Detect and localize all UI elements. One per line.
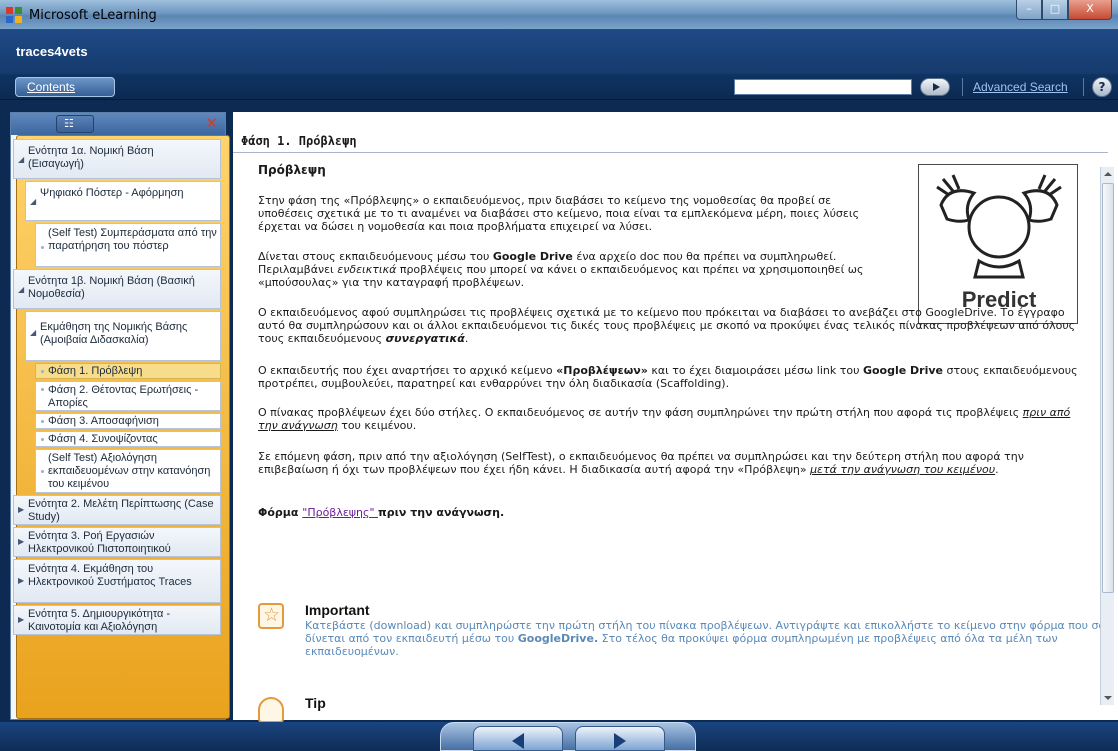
expanded-arrow-icon: ◢ [18, 285, 25, 294]
content-scrollbar[interactable] [1100, 167, 1114, 705]
page-title: Φάση 1. Πρόβλεψη [241, 134, 357, 148]
section-subtitle: Πρόβλεψη [258, 163, 326, 177]
prediction-form-link[interactable]: "Πρόβλεψης" [302, 506, 378, 519]
sidebar-item-fasi-2[interactable]: Φάση 2. Θέτοντας Ερωτήσεις - Απορίες [35, 381, 221, 411]
sidebar-item-enotita-2[interactable]: ▶ Ενότητα 2. Μελέτη Περίπτωσης (Case Stu… [13, 495, 221, 525]
arrow-left-icon [512, 733, 524, 749]
text: του κειμένου. [337, 419, 417, 432]
sidebar-item-ekmathisi[interactable]: ◢ Εκμάθηση της Νομικής Βάσης (Αμοιβαία Δ… [25, 311, 221, 361]
important-body: Κατεβάστε (download) και συμπληρώστε την… [305, 619, 1118, 658]
paragraph: Ο πίνακας προβλέψεων έχει δύο στήλες. Ο … [258, 406, 1078, 432]
paragraph: Δίνεται στους εκπαιδευόμενους μέσω του G… [258, 250, 883, 289]
sidebar-item-poster[interactable]: ◢ Ψηφιακό Πόστερ - Αφόρμηση [25, 181, 221, 221]
main-content: Φάση 1. Πρόβλεψη Πρόβλεψη Predict Στην φ… [233, 112, 1118, 723]
paragraph: Ο εκπαιδευτής που έχει αναρτήσει το αρχι… [258, 364, 1078, 390]
app-icon [6, 7, 22, 23]
text: . [995, 463, 999, 476]
minimize-button[interactable]: – [1016, 0, 1042, 20]
tip-title: Tip [305, 695, 326, 711]
predict-caption: Predict [961, 287, 1037, 312]
text: Google Drive [492, 250, 573, 263]
bullet-icon [41, 420, 44, 423]
sidebar-item-fasi-1[interactable]: Φάση 1. Πρόβλεψη [35, 363, 221, 379]
sidebar-item-enotita-3[interactable]: ▶ Ενότητα 3. Ροή Εργασιών Ηλεκτρονικού Π… [13, 527, 221, 557]
sidebar-item-enotita-5[interactable]: ▶ Ενότητα 5. Δημιουργικότητα - Καινοτομί… [13, 605, 221, 635]
separator [1083, 78, 1084, 96]
tip-icon [258, 697, 284, 723]
star-icon: ☆ [258, 603, 284, 629]
text: Ο πίνακας προβλέψεων έχει δύο στήλες. Ο … [258, 406, 1023, 419]
sidebar-item-self-test-katanoisi[interactable]: (Self Test) Αξιολόγηση εκπαιδευομένων στ… [35, 449, 221, 493]
window-title: Microsoft eLearning [29, 8, 157, 23]
text: και το έχει διαμοιράσει μέσω link του [647, 364, 863, 377]
crystal-ball-icon [936, 174, 1062, 279]
arrow-right-icon [614, 733, 626, 749]
collapsed-arrow-icon: ▶ [18, 615, 25, 624]
predict-image: Predict [918, 164, 1078, 324]
text: Ο εκπαιδευτής που έχει αναρτήσει το αρχι… [258, 364, 557, 377]
text: Δίνεται στους εκπαιδευόμενους μέσω του [258, 250, 493, 263]
bottom-nav-bar [0, 722, 1118, 751]
previous-page-button[interactable] [473, 726, 563, 751]
text: GoogleDrive. [517, 632, 599, 645]
sidebar-item-enotita-1b[interactable]: ◢ Ενότητα 1β. Νομική Βάση (Βασική Νομοθε… [13, 269, 221, 309]
table-of-contents: ◢ Ενότητα 1α. Νομική Βάση (Εισαγωγή) ◢ Ψ… [11, 135, 225, 719]
search-go-button[interactable] [920, 78, 950, 96]
collapsed-arrow-icon: ▶ [18, 576, 25, 585]
help-button[interactable]: ? [1092, 77, 1112, 97]
text: ενδεικτικά [337, 263, 397, 276]
important-title: Important [305, 602, 370, 618]
paragraph: Σε επόμενη φάση, πριν από την αξιολόγηση… [258, 450, 1078, 476]
sidebar-item-fasi-3[interactable]: Φάση 3. Αποσαφήνιση [35, 413, 221, 429]
collapsed-arrow-icon: ▶ [18, 537, 25, 546]
app-header: traces4vets [0, 30, 1118, 74]
paragraph: Στην φάση της «Πρόβλεψης» ο εκπαιδευόμεν… [258, 194, 860, 233]
grid-icon: ☷ [64, 117, 74, 130]
text: Φόρμα [258, 506, 303, 519]
next-page-button[interactable] [575, 726, 665, 751]
sidebar: ☰ ☷ ✕ ◢ Ενότητα 1α. Νομική Βάση (Εισαγωγ… [10, 112, 230, 720]
bullet-icon [41, 370, 44, 373]
close-button[interactable]: X [1068, 0, 1112, 20]
sidebar-item-self-test-poster[interactable]: (Self Test) Συμπεράσματα από την παρατήρ… [35, 223, 221, 267]
scroll-up-icon[interactable] [1101, 167, 1115, 181]
toolbar: Contents Advanced Search ? [0, 74, 1118, 100]
text: Ο εκπαιδευόμενος αφού συμπληρώσει τις πρ… [258, 306, 1076, 345]
expanded-arrow-icon: ◢ [18, 155, 25, 164]
advanced-search-link[interactable]: Advanced Search [973, 80, 1068, 94]
bullet-icon [41, 388, 44, 391]
text: . [464, 332, 469, 345]
text: συνεργατικά [385, 332, 465, 345]
divider [233, 152, 1108, 153]
scroll-thumb[interactable] [1102, 183, 1114, 593]
contents-button[interactable]: Contents [15, 77, 115, 97]
scroll-down-icon[interactable] [1101, 691, 1115, 705]
app-name: traces4vets [16, 44, 88, 59]
text: πριν την ανάγνωση. [378, 506, 505, 519]
text: Google Drive [862, 364, 943, 377]
expanded-arrow-icon: ◢ [30, 197, 37, 206]
separator [962, 78, 963, 96]
tab-index[interactable]: ☷ [56, 115, 94, 133]
window-controls: – □ X [1016, 0, 1112, 20]
bullet-icon [41, 438, 44, 441]
form-line: Φόρμα "Πρόβλεψης" πριν την ανάγνωση. [258, 506, 1078, 519]
sidebar-item-fasi-4[interactable]: Φάση 4. Συνοψίζοντας [35, 431, 221, 447]
collapsed-arrow-icon: ▶ [18, 505, 25, 514]
sidebar-item-enotita-1a[interactable]: ◢ Ενότητα 1α. Νομική Βάση (Εισαγωγή) [13, 139, 221, 179]
expanded-arrow-icon: ◢ [30, 328, 37, 337]
sidebar-tabs: ☰ ☷ ✕ [11, 113, 230, 719]
search-input[interactable] [734, 79, 912, 95]
maximize-button[interactable]: □ [1042, 0, 1068, 20]
sidebar-item-enotita-4[interactable]: ▶ Ενότητα 4. Εκμάθηση του Ηλεκτρονικού Σ… [13, 559, 221, 603]
close-sidebar-icon[interactable]: ✕ [205, 116, 218, 131]
bullet-icon [41, 246, 44, 249]
bullet-icon [41, 470, 44, 473]
paragraph: Ο εκπαιδευόμενος αφού συμπληρώσει τις πρ… [258, 306, 1078, 345]
text: μετά την ανάγνωση του κειμένου [810, 463, 996, 476]
window-titlebar: Microsoft eLearning – □ X [0, 0, 1118, 30]
text: «Προβλέψεων» [556, 364, 648, 377]
